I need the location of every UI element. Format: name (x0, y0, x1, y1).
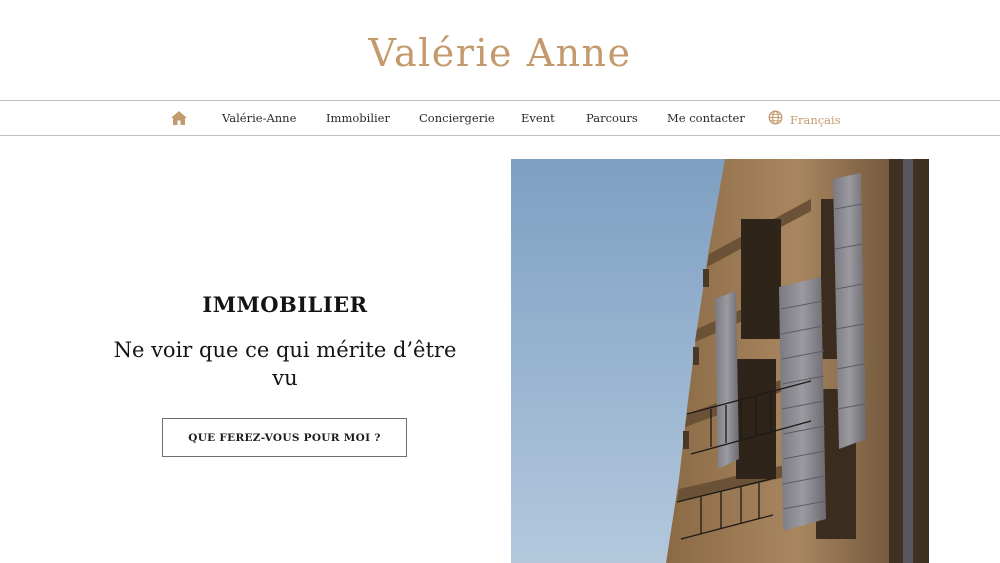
nav-item-parcours[interactable]: Parcours (586, 111, 638, 125)
nav-item-event[interactable]: Event (521, 111, 555, 125)
hero-text: IMMOBILIER Ne voir que ce qui mérite d’ê… (60, 290, 510, 392)
nav-item-immobilier[interactable]: Immobilier (326, 111, 390, 125)
language-selector[interactable]: Français (768, 110, 841, 129)
main-nav: Valérie-Anne Immobilier Conciergerie Eve… (0, 100, 1000, 136)
globe-icon (768, 110, 783, 129)
nav-item-conciergerie[interactable]: Conciergerie (419, 111, 495, 125)
page: Valérie Anne Valérie-Anne Immobilier Con… (0, 0, 1000, 563)
language-label: Français (790, 112, 841, 127)
hero-title: Ne voir que ce qui mérite d’être vu (113, 338, 457, 390)
site-logo[interactable]: Valérie Anne (0, 34, 1000, 72)
nav-item-me-contacter[interactable]: Me contacter (667, 111, 745, 125)
nav-item-valerie-anne[interactable]: Valérie-Anne (222, 111, 296, 125)
home-icon[interactable] (170, 110, 188, 126)
cta-button[interactable]: QUE FEREZ-VOUS POUR MOI ? (162, 418, 407, 457)
hero-kicker: IMMOBILIER (202, 292, 368, 317)
hero-building-image (511, 159, 929, 563)
